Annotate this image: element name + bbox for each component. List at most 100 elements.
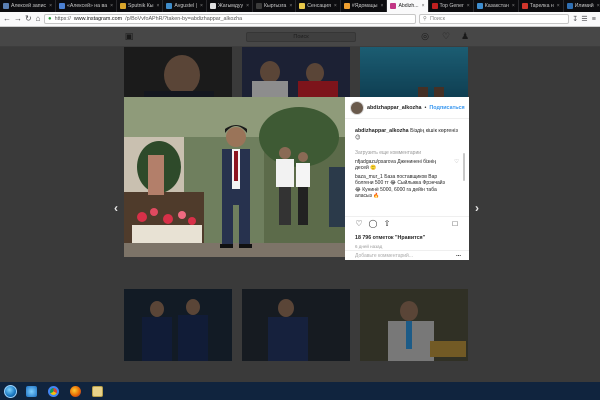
heart-icon[interactable]: ♡	[441, 31, 451, 41]
firefox-icon	[69, 385, 81, 397]
tab-label: Abdizh...	[398, 3, 419, 9]
caption-username[interactable]: abdizhappar_alkozha	[355, 128, 409, 134]
comment-icon[interactable]: ◯	[368, 219, 378, 229]
follow-button[interactable]: Подписаться	[429, 105, 464, 111]
browser-toolbar: ← → ↻ ⌂ ● https://www.instagram.com/p/Bo…	[0, 12, 600, 27]
tab-label: Илимий	[574, 3, 594, 9]
close-tab-icon[interactable]: ×	[157, 3, 160, 9]
bookmark-icon[interactable]: □	[450, 219, 460, 229]
browser-tab[interactable]: Тарелка н ×	[519, 0, 564, 12]
browser-tab[interactable]: «Алексей» на ва ×	[56, 0, 117, 12]
profile-icon[interactable]: ♟	[460, 31, 470, 41]
tab-label: Алексей запис	[11, 3, 47, 9]
browser-tab[interactable]: Сенсация ×	[296, 0, 341, 12]
tab-favicon-icon	[209, 3, 216, 9]
post-info-panel: abdizhappar_alkozha • Подписаться abdizh…	[345, 97, 469, 260]
tab-favicon-icon	[521, 3, 528, 9]
post-caption: abdizhappar_alkozha Біздің кішік көргенi…	[355, 128, 459, 142]
load-more-comments-link[interactable]: Загрузить еще комментарии	[355, 150, 421, 156]
tab-favicon-icon	[390, 3, 397, 9]
internet-explorer-icon	[25, 385, 37, 397]
more-options-button[interactable]: ...	[456, 252, 461, 258]
close-tab-icon[interactable]: ×	[289, 3, 292, 9]
os-taskbar	[0, 382, 600, 400]
close-tab-icon[interactable]: ×	[110, 3, 113, 9]
url-scheme: https://	[54, 16, 71, 22]
search-icon: ⚲	[423, 16, 427, 22]
browser-tab[interactable]: Илимий ×	[564, 0, 600, 12]
url-bar[interactable]: ● https://www.instagram.com/p/BoVvfoAPhR…	[44, 14, 417, 24]
next-post-arrow[interactable]: ›	[472, 201, 482, 215]
library-icon[interactable]: ☰	[581, 15, 587, 23]
tab-favicon-icon	[566, 3, 573, 9]
url-path: /p/BoVvfoAPhR/?taken-by=abdizhappar_alko…	[125, 16, 243, 22]
post-author-username[interactable]: abdizhappar_alkozha	[367, 105, 422, 111]
browser-search-bar[interactable]: ⚲ Поиск	[419, 14, 570, 24]
browser-tab[interactable]: Казакстан ×	[474, 0, 519, 12]
post-photo[interactable]	[124, 97, 348, 257]
downloads-icon[interactable]: ↧	[572, 15, 578, 23]
likes-count[interactable]: 18 796 отметок "Нравится"	[355, 235, 425, 241]
windows-logo-icon	[3, 384, 17, 398]
tab-label: Сенсация	[307, 3, 331, 9]
separator-dot: •	[424, 104, 427, 111]
tab-label: Кыргызга	[264, 3, 287, 9]
taskbar-app-files[interactable]	[86, 382, 108, 400]
instagram-search-input[interactable]: Поиск	[246, 32, 356, 42]
close-tab-icon[interactable]: ×	[467, 3, 470, 9]
tab-label: «Алексей» на ва	[67, 3, 108, 9]
post-photo-illustration	[124, 97, 348, 257]
previous-post-arrow[interactable]: ‹	[111, 201, 121, 215]
grid-photo[interactable]	[124, 289, 232, 361]
back-icon[interactable]: ←	[3, 14, 11, 24]
tab-favicon-icon	[431, 3, 438, 9]
close-tab-icon[interactable]: ×	[246, 3, 249, 9]
heart-icon[interactable]: ♡	[354, 219, 364, 229]
taskbar-app-explorer[interactable]	[20, 382, 42, 400]
start-button[interactable]	[0, 382, 20, 400]
close-tab-icon[interactable]: ×	[422, 3, 425, 9]
home-icon[interactable]: ⌂	[35, 14, 41, 24]
browser-search-placeholder: Поиск	[429, 16, 445, 22]
tab-label: Sputnik Кы	[128, 3, 154, 9]
instagram-icon[interactable]: ▣	[124, 31, 134, 41]
browser-tab[interactable]: Sputnik Кы ×	[117, 0, 164, 12]
close-tab-icon[interactable]: ×	[597, 3, 600, 9]
close-tab-icon[interactable]: ×	[49, 3, 52, 9]
reload-icon[interactable]: ↻	[25, 14, 32, 24]
comment-like-icon[interactable]: ♡	[454, 159, 459, 165]
instagram-search-placeholder: Поиск	[293, 34, 309, 40]
close-tab-icon[interactable]: ×	[381, 3, 384, 9]
taskbar-app-firefox[interactable]	[64, 382, 86, 400]
grid-photo[interactable]	[242, 289, 350, 361]
add-comment-field[interactable]: Добавьте комментарий... ...	[345, 250, 469, 260]
close-tab-icon[interactable]: ×	[512, 3, 515, 9]
tab-favicon-icon	[3, 3, 9, 9]
browser-tab[interactable]: Abdizh... ×	[387, 0, 429, 12]
compass-icon[interactable]: ◎	[420, 31, 430, 41]
menu-icon[interactable]: ≡	[591, 16, 597, 23]
post-timestamp: 6 дней назад	[355, 244, 383, 249]
browser-tab[interactable]: #Ядомацы ×	[341, 0, 388, 12]
browser-tab[interactable]: Top Gener ×	[429, 0, 474, 12]
grid-photo[interactable]	[360, 289, 468, 361]
chrome-icon	[47, 385, 59, 397]
close-tab-icon[interactable]: ×	[557, 3, 560, 9]
share-icon[interactable]: ⇧	[382, 219, 392, 229]
taskbar-app-chrome[interactable]	[42, 382, 64, 400]
close-tab-icon[interactable]: ×	[334, 3, 337, 9]
post-header: abdizhappar_alkozha • Подписаться	[345, 97, 469, 119]
close-tab-icon[interactable]: ×	[200, 3, 203, 9]
instagram-header: ▣ Поиск ◎ ♡ ♟	[0, 27, 600, 47]
folder-icon	[91, 385, 103, 397]
browser-tab[interactable]: Алексей запис ×	[0, 0, 57, 12]
browser-tab[interactable]: Кыргызга ×	[253, 0, 297, 12]
comments-scrollbar[interactable]	[463, 153, 465, 181]
forward-icon[interactable]: →	[14, 14, 22, 24]
tab-favicon-icon	[343, 3, 350, 9]
tab-favicon-icon	[166, 3, 173, 9]
browser-tab[interactable]: Жагымдуу ×	[207, 0, 253, 12]
browser-tab[interactable]: Avgustel | ×	[163, 0, 207, 12]
tab-label: Тарелка н	[529, 3, 554, 9]
avatar[interactable]	[350, 100, 364, 115]
